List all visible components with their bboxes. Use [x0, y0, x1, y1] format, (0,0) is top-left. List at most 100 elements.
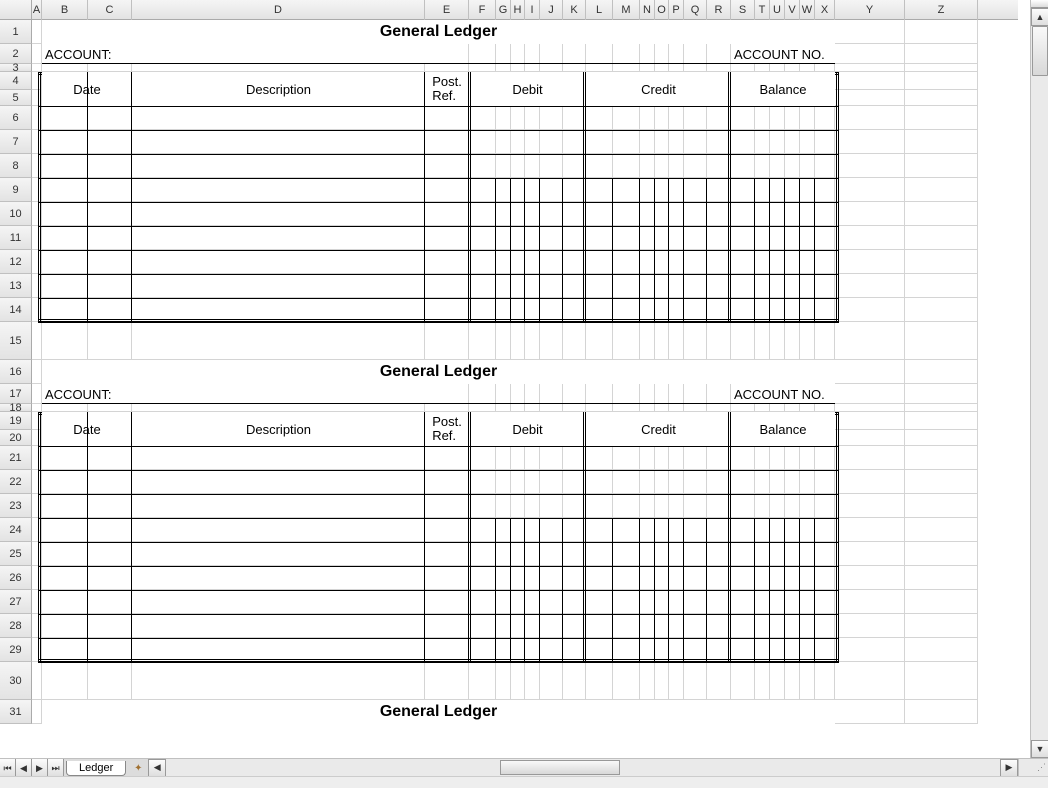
- col-header-V[interactable]: V: [785, 0, 800, 20]
- row-header-4[interactable]: 4: [0, 72, 32, 90]
- row-header-12[interactable]: 12: [0, 250, 32, 274]
- col-header-H[interactable]: H: [511, 0, 525, 20]
- col-header-B[interactable]: B: [42, 0, 88, 20]
- triangle-right-icon: ▶: [1006, 763, 1013, 772]
- scroll-right-button[interactable]: ▶: [1000, 759, 1018, 777]
- triangle-right-icon: ▶: [36, 764, 43, 773]
- row-header-18[interactable]: 18: [0, 404, 32, 412]
- scroll-left-button[interactable]: ◀: [148, 759, 166, 777]
- row-header-14[interactable]: 14: [0, 298, 32, 322]
- row-header-1[interactable]: 1: [0, 20, 32, 44]
- ledger-title-3: General Ledger: [42, 700, 835, 724]
- row-header-29[interactable]: 29: [0, 638, 32, 662]
- col-header-A[interactable]: A: [32, 0, 42, 20]
- row-header-10[interactable]: 10: [0, 202, 32, 226]
- row-header-16[interactable]: 16: [0, 360, 32, 384]
- sheet-tab-ledger[interactable]: Ledger: [66, 761, 126, 776]
- row-header-13[interactable]: 13: [0, 274, 32, 298]
- col-header-Z[interactable]: Z: [905, 0, 978, 20]
- hscroll-thumb[interactable]: [500, 760, 620, 775]
- row-header-5[interactable]: 5: [0, 90, 32, 106]
- row-header-28[interactable]: 28: [0, 614, 32, 638]
- col-header-X[interactable]: X: [815, 0, 835, 20]
- vscroll-thumb[interactable]: [1032, 26, 1048, 76]
- vscroll-track[interactable]: [1031, 26, 1048, 740]
- col-header-G[interactable]: G: [496, 0, 511, 20]
- col-header-O[interactable]: O: [655, 0, 669, 20]
- resize-grip[interactable]: ⋰: [1018, 758, 1048, 776]
- col-header-Q[interactable]: Q: [684, 0, 707, 20]
- cells-area[interactable]: General LedgerACCOUNT:ACCOUNT NO.DateDes…: [32, 20, 1018, 724]
- col-header-U[interactable]: U: [770, 0, 785, 20]
- status-bar: [0, 776, 1048, 788]
- hdr-credit: Credit: [586, 72, 731, 106]
- row-header-26[interactable]: 26: [0, 566, 32, 590]
- hdr-description: Description: [132, 72, 425, 106]
- col-header-Y[interactable]: Y: [835, 0, 905, 20]
- col-header-L[interactable]: L: [586, 0, 613, 20]
- hscroll-track[interactable]: [166, 759, 1000, 777]
- row-header-23[interactable]: 23: [0, 494, 32, 518]
- row-header-6[interactable]: 6: [0, 106, 32, 130]
- col-header-E[interactable]: E: [425, 0, 469, 20]
- row-header-25[interactable]: 25: [0, 542, 32, 566]
- scroll-up-button[interactable]: ▲: [1031, 8, 1048, 26]
- col-header-I[interactable]: I: [525, 0, 540, 20]
- hdr-description: Description: [132, 412, 425, 446]
- row-header-19[interactable]: 19: [0, 412, 32, 430]
- tab-prev-button[interactable]: ◀: [16, 759, 32, 777]
- col-header-D[interactable]: D: [132, 0, 425, 20]
- row-header-15[interactable]: 15: [0, 322, 32, 360]
- account-no-label: ACCOUNT NO.: [731, 384, 835, 404]
- hdr-debit: Debit: [469, 72, 586, 106]
- col-header-T[interactable]: T: [755, 0, 770, 20]
- hdr-post-ref: Post.Ref.: [425, 72, 469, 106]
- split-box-v[interactable]: [1031, 0, 1048, 8]
- tab-first-button[interactable]: ⏮: [0, 759, 16, 777]
- triangle-up-icon: ▲: [1036, 13, 1045, 22]
- row-header-9[interactable]: 9: [0, 178, 32, 202]
- ledger-title: General Ledger: [42, 20, 835, 44]
- col-header-C[interactable]: C: [88, 0, 132, 20]
- col-header-N[interactable]: N: [640, 0, 655, 20]
- col-header-W[interactable]: W: [800, 0, 815, 20]
- row-header-22[interactable]: 22: [0, 470, 32, 494]
- scroll-down-button[interactable]: ▼: [1031, 740, 1048, 758]
- col-header-J[interactable]: J: [540, 0, 563, 20]
- triangle-left-icon: ◀: [20, 764, 27, 773]
- row-header-8[interactable]: 8: [0, 154, 32, 178]
- last-icon: ⏭: [51, 764, 59, 773]
- hdr-debit: Debit: [469, 412, 586, 446]
- tab-nav: ⏮ ◀ ▶ ⏭: [0, 759, 64, 776]
- tab-last-button[interactable]: ⏭: [48, 759, 64, 777]
- row-header-20[interactable]: 20: [0, 430, 32, 446]
- row-header-21[interactable]: 21: [0, 446, 32, 470]
- row-header-27[interactable]: 27: [0, 590, 32, 614]
- select-all-corner[interactable]: [0, 0, 32, 20]
- col-header-P[interactable]: P: [669, 0, 684, 20]
- col-header-S[interactable]: S: [731, 0, 755, 20]
- vertical-scrollbar[interactable]: ▲ ▼: [1030, 0, 1048, 758]
- hdr-post-ref: Post.Ref.: [425, 412, 469, 446]
- new-sheet-button[interactable]: ✦: [128, 760, 148, 776]
- first-icon: ⏮: [3, 764, 11, 773]
- col-header-K[interactable]: K: [563, 0, 586, 20]
- tab-next-button[interactable]: ▶: [32, 759, 48, 777]
- spreadsheet-grid: ABCDEFGHIJKLMNOPQRSTUVWXYZ 1234567891011…: [0, 0, 1018, 758]
- hdr-balance: Balance: [731, 412, 835, 446]
- row-header-7[interactable]: 7: [0, 130, 32, 154]
- col-header-M[interactable]: M: [613, 0, 640, 20]
- tabs: Ledger ✦: [64, 759, 148, 776]
- triangle-left-icon: ◀: [154, 763, 161, 772]
- sheet-tab-bar: ⏮ ◀ ▶ ⏭ Ledger ✦ ◀ ▶: [0, 758, 1018, 776]
- hdr-post-ref-text: Post.Ref.: [432, 415, 462, 442]
- row-header-30[interactable]: 30: [0, 662, 32, 700]
- row-header-24[interactable]: 24: [0, 518, 32, 542]
- hdr-post-ref-text: Post.Ref.: [432, 75, 462, 102]
- row-header-31[interactable]: 31: [0, 700, 32, 724]
- row-header-3[interactable]: 3: [0, 64, 32, 72]
- col-header-F[interactable]: F: [469, 0, 496, 20]
- row-headers: 1234567891011121314151617181920212223242…: [0, 20, 32, 724]
- row-header-11[interactable]: 11: [0, 226, 32, 250]
- col-header-R[interactable]: R: [707, 0, 731, 20]
